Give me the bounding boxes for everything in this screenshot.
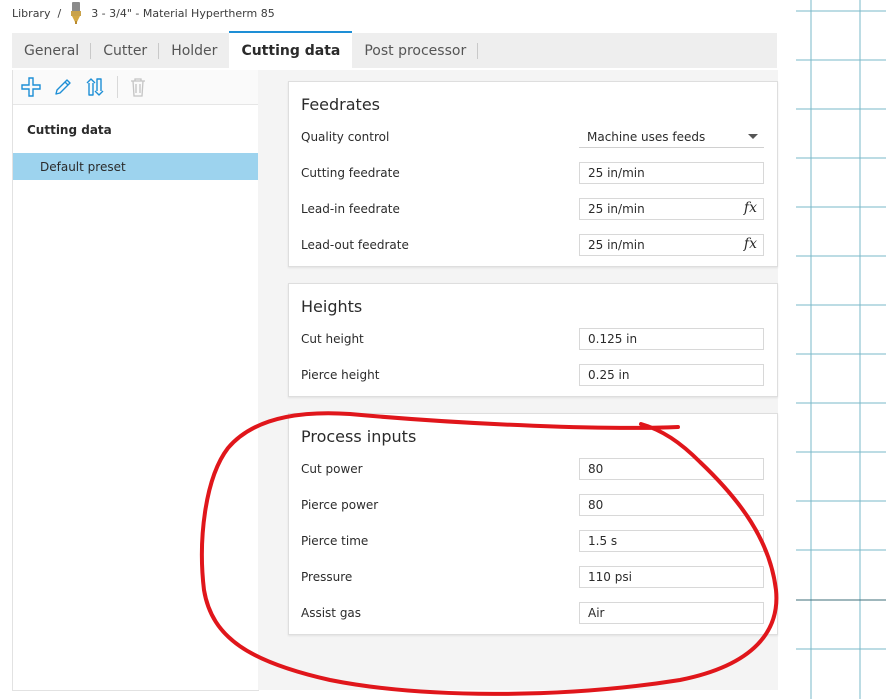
tab-cutting-data[interactable]: Cutting data — [229, 31, 353, 68]
quality-control-select[interactable]: Machine uses feeds — [579, 126, 764, 148]
cutting-feedrate-label: Cutting feedrate — [301, 166, 400, 180]
process-inputs-card: Process inputs Cut power 80 Pierce power… — [288, 413, 778, 635]
cut-power-input[interactable]: 80 — [579, 458, 764, 480]
heights-card: Heights Cut height 0.125 in Pierce heigh… — [288, 283, 778, 397]
formula-fx-icon[interactable]: fx — [744, 236, 757, 252]
process-inputs-title: Process inputs — [301, 427, 417, 446]
pierce-height-value: 0.25 in — [588, 368, 630, 382]
presets-section-title: Cutting data — [27, 123, 112, 137]
pierce-height-row: Pierce height 0.25 in — [289, 357, 777, 393]
pierce-time-value: 1.5 s — [588, 534, 618, 548]
edit-preset-button[interactable] — [51, 75, 75, 99]
pressure-label: Pressure — [301, 570, 353, 584]
tab-bar: General Cutter Holder Cutting data Post … — [12, 31, 777, 68]
tab-holder[interactable]: Holder — [159, 33, 229, 68]
pierce-time-label: Pierce time — [301, 534, 369, 548]
preset-item-default[interactable]: Default preset — [13, 153, 258, 180]
cut-height-value: 0.125 in — [588, 332, 638, 346]
pressure-input[interactable]: 110 psi — [579, 566, 764, 588]
pierce-height-input[interactable]: 0.25 in — [579, 364, 764, 386]
pierce-power-row: Pierce power 80 — [289, 487, 777, 523]
edit-icon — [55, 79, 71, 95]
assist-gas-row: Assist gas Air — [289, 595, 777, 631]
pressure-row: Pressure 110 psi — [289, 559, 777, 595]
delete-icon — [131, 78, 145, 97]
cut-power-value: 80 — [588, 462, 604, 476]
delete-preset-button[interactable] — [126, 75, 150, 99]
chevron-down-icon — [748, 134, 758, 139]
pierce-time-input[interactable]: 1.5 s — [579, 530, 764, 552]
quality-control-row: Quality control Machine uses feeds — [289, 119, 777, 155]
breadcrumb-tool-name: 3 - 3/4" - Material Hypertherm 85 — [91, 6, 275, 20]
presets-toolbar — [13, 70, 258, 105]
lead-out-feedrate-input[interactable]: 25 in/min fx — [579, 234, 764, 256]
feedrates-card: Feedrates Quality control Machine uses f… — [288, 81, 778, 267]
pierce-height-label: Pierce height — [301, 368, 380, 382]
pressure-value: 110 psi — [588, 570, 632, 584]
lead-out-feedrate-row: Lead-out feedrate 25 in/min fx — [289, 227, 777, 263]
cutting-data-form: Feedrates Quality control Machine uses f… — [258, 70, 778, 690]
lead-in-feedrate-value: 25 in/min — [588, 202, 645, 216]
cutting-feedrate-input[interactable]: 25 in/min — [579, 162, 764, 184]
presets-panel: Cutting data Default preset — [12, 70, 259, 691]
pierce-power-input[interactable]: 80 — [579, 494, 764, 516]
cut-height-label: Cut height — [301, 332, 364, 346]
pierce-power-label: Pierce power — [301, 498, 379, 512]
background-grid — [796, 0, 886, 699]
sort-preset-button[interactable] — [83, 75, 107, 99]
cutting-feedrate-row: Cutting feedrate 25 in/min — [289, 155, 777, 191]
add-icon — [21, 77, 41, 97]
assist-gas-value: Air — [588, 606, 605, 620]
lead-out-feedrate-label: Lead-out feedrate — [301, 238, 409, 252]
pierce-time-row: Pierce time 1.5 s — [289, 523, 777, 559]
cut-height-input[interactable]: 0.125 in — [579, 328, 764, 350]
plasma-torch-icon — [69, 2, 83, 24]
tab-cutter[interactable]: Cutter — [91, 33, 160, 68]
sort-icon — [86, 78, 104, 96]
lead-in-feedrate-input[interactable]: 25 in/min fx — [579, 198, 764, 220]
toolbar-divider — [117, 76, 118, 98]
tab-general[interactable]: General — [12, 33, 92, 68]
breadcrumb: Library / 3 - 3/4" - Material Hypertherm… — [12, 0, 275, 26]
breadcrumb-library-link[interactable]: Library — [12, 7, 50, 20]
formula-fx-icon[interactable]: fx — [744, 200, 757, 216]
add-preset-button[interactable] — [19, 75, 43, 99]
assist-gas-label: Assist gas — [301, 606, 362, 620]
lead-in-feedrate-row: Lead-in feedrate 25 in/min fx — [289, 191, 777, 227]
feedrates-title: Feedrates — [301, 95, 381, 114]
heights-title: Heights — [301, 297, 363, 316]
cut-height-row: Cut height 0.125 in — [289, 321, 777, 357]
lead-in-feedrate-label: Lead-in feedrate — [301, 202, 400, 216]
cut-power-label: Cut power — [301, 462, 363, 476]
quality-control-label: Quality control — [301, 130, 390, 144]
pierce-power-value: 80 — [588, 498, 604, 512]
assist-gas-input[interactable]: Air — [579, 602, 764, 624]
lead-out-feedrate-value: 25 in/min — [588, 238, 645, 252]
cutting-feedrate-value: 25 in/min — [588, 166, 645, 180]
quality-control-value: Machine uses feeds — [587, 129, 706, 144]
cut-power-row: Cut power 80 — [289, 451, 777, 487]
tab-post-processor[interactable]: Post processor — [352, 33, 479, 68]
breadcrumb-separator: / — [57, 6, 62, 20]
